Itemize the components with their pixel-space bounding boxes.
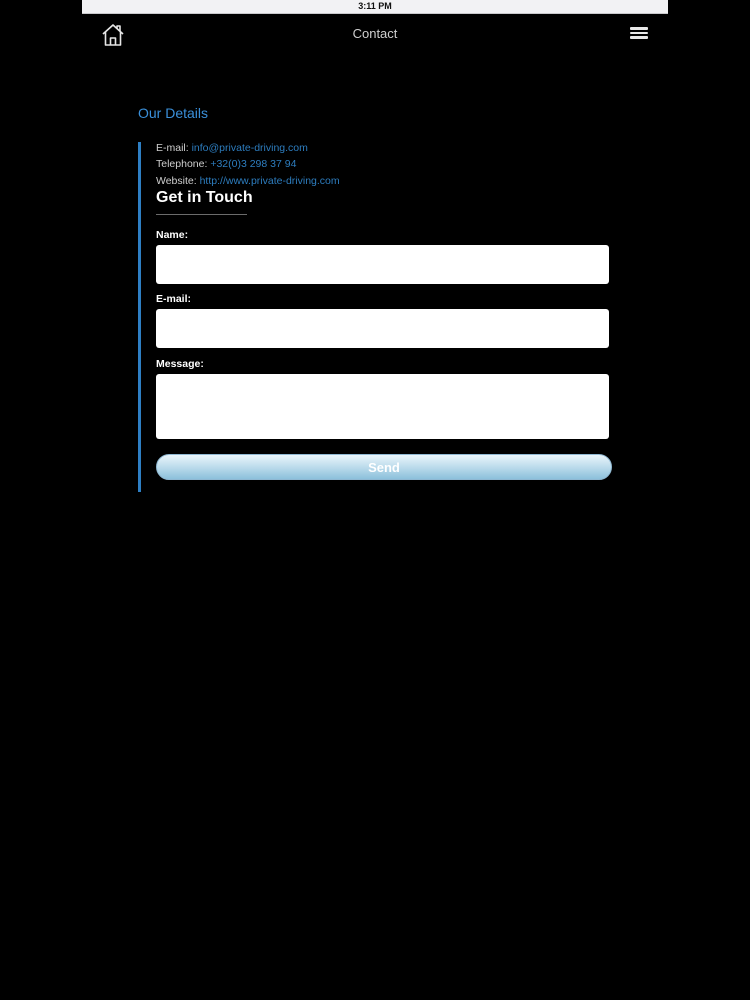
nav-bar: Contact — [82, 14, 668, 54]
email-label: E-mail: — [156, 293, 192, 305]
hamburger-menu-icon[interactable] — [630, 27, 648, 41]
name-label: Name: — [156, 229, 189, 241]
contact-content: E-mail: info@private-driving.com Telepho… — [138, 142, 621, 492]
email-link[interactable]: info@private-driving.com — [192, 142, 308, 154]
status-time: 3:11 PM — [358, 1, 392, 11]
telephone-detail-label: Telephone: — [156, 158, 208, 170]
website-detail-label: Website: — [156, 175, 197, 187]
get-in-touch-heading: Get in Touch — [156, 189, 253, 206]
email-input[interactable] — [156, 309, 609, 348]
email-detail: E-mail: info@private-driving.com — [156, 142, 308, 154]
status-bar: 3:11 PM — [82, 0, 668, 14]
website-link[interactable]: http://www.private-driving.com — [200, 175, 340, 187]
email-detail-label: E-mail: — [156, 142, 189, 154]
page-title: Contact — [352, 26, 398, 41]
website-detail: Website: http://www.private-driving.com — [156, 175, 340, 187]
heading-underline — [156, 214, 247, 215]
message-textarea[interactable] — [156, 374, 609, 439]
telephone-detail: Telephone: +32(0)3 298 37 94 — [156, 158, 296, 170]
name-input[interactable] — [156, 245, 609, 284]
telephone-link[interactable]: +32(0)3 298 37 94 — [210, 158, 296, 170]
send-button[interactable]: Send — [156, 454, 612, 480]
our-details-title: Our Details — [138, 105, 209, 121]
message-label: Message: — [156, 358, 204, 370]
